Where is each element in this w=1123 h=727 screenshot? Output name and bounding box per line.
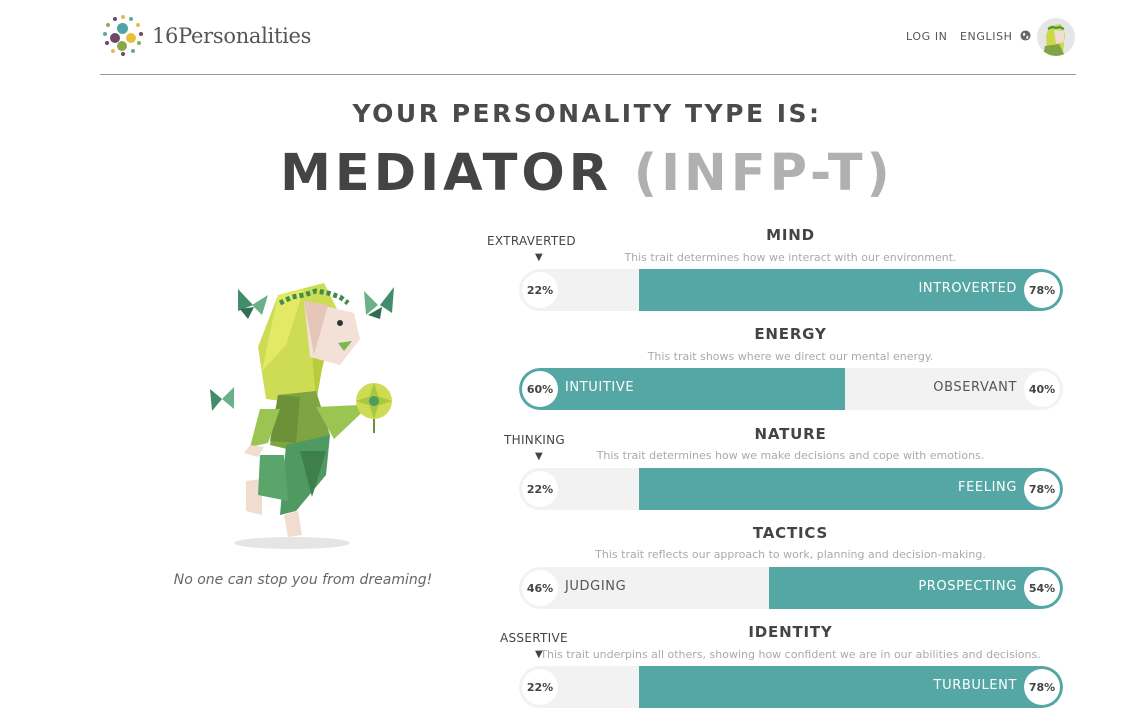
trait-right-percent: 78% — [1024, 669, 1060, 705]
trait-description: This trait reflects our approach to work… — [595, 548, 986, 561]
trait-left-label: JUDGING — [565, 579, 627, 594]
flower-icon — [356, 383, 392, 419]
trait-description: This trait determines how we interact wi… — [624, 251, 957, 264]
logo-dots-icon — [102, 14, 146, 58]
trait-left-percent: 60% — [522, 371, 558, 407]
personality-type-title: MEDIATOR (INFP-T) — [0, 144, 1123, 203]
trait-left-percent: 22% — [522, 272, 558, 308]
trait-name: NATURE — [754, 425, 827, 443]
type-code: (INFP-T) — [633, 144, 894, 203]
trait-right-percent: 78% — [1024, 272, 1060, 308]
header-divider — [100, 74, 1076, 75]
trait-name: TACTICS — [752, 524, 829, 542]
butterfly-icon — [364, 287, 394, 319]
trait-bar-mind[interactable]: 22% INTROVERTED 78% — [519, 269, 1063, 311]
trait-description: This trait underpins all others, showing… — [540, 648, 1041, 661]
trait-name: IDENTITY — [748, 623, 833, 641]
trait-right-label: PROSPECTING — [918, 579, 1017, 594]
trait-description: This trait determines how we make decisi… — [596, 449, 985, 462]
site-logo[interactable]: 16Personalities — [102, 14, 311, 58]
trait-right-label: INTROVERTED — [918, 281, 1017, 296]
trait-right-label: FEELING — [958, 480, 1017, 495]
trait-bar-identity[interactable]: 22% TURBULENT 78% — [519, 666, 1063, 708]
globe-icon — [1020, 30, 1031, 41]
language-label: ENGLISH — [960, 30, 1013, 43]
type-name: MEDIATOR — [280, 144, 612, 203]
trait-bar-nature[interactable]: 22% FEELING 78% — [519, 468, 1063, 510]
trait-left-percent: 22% — [522, 471, 558, 507]
butterfly-icon — [210, 387, 234, 411]
language-selector[interactable]: ENGLISH — [960, 30, 1031, 43]
butterfly-icon — [238, 289, 268, 319]
mediator-illustration — [210, 283, 394, 549]
trait-name: MIND — [766, 226, 815, 244]
trait-right-percent: 78% — [1024, 471, 1060, 507]
trait-right-label: TURBULENT — [933, 678, 1017, 693]
trait-left-percent: 46% — [522, 570, 558, 606]
trait-left-label: INTUITIVE — [565, 380, 635, 395]
user-avatar[interactable] — [1037, 18, 1075, 56]
trait-left-percent: 22% — [522, 669, 558, 705]
trait-right-percent: 40% — [1024, 371, 1060, 407]
login-link[interactable]: LOG IN — [906, 30, 948, 43]
trait-right-percent: 54% — [1024, 570, 1060, 606]
logo-text: 16Personalities — [152, 24, 312, 48]
trait-right-label: OBSERVANT — [933, 380, 1017, 395]
result-headline: YOUR PERSONALITY TYPE IS: — [352, 99, 822, 128]
trait-bar-energy[interactable]: 60% INTUITIVE OBSERVANT 40% — [519, 368, 1063, 410]
trait-bar-tactics[interactable]: 46% JUDGING PROSPECTING 54% — [519, 567, 1063, 609]
trait-name: ENERGY — [754, 325, 827, 343]
trait-bar-fill — [769, 567, 1063, 609]
type-quote: No one can stop you from dreaming! — [173, 572, 433, 588]
trait-description: This trait shows where we direct our men… — [647, 350, 934, 363]
